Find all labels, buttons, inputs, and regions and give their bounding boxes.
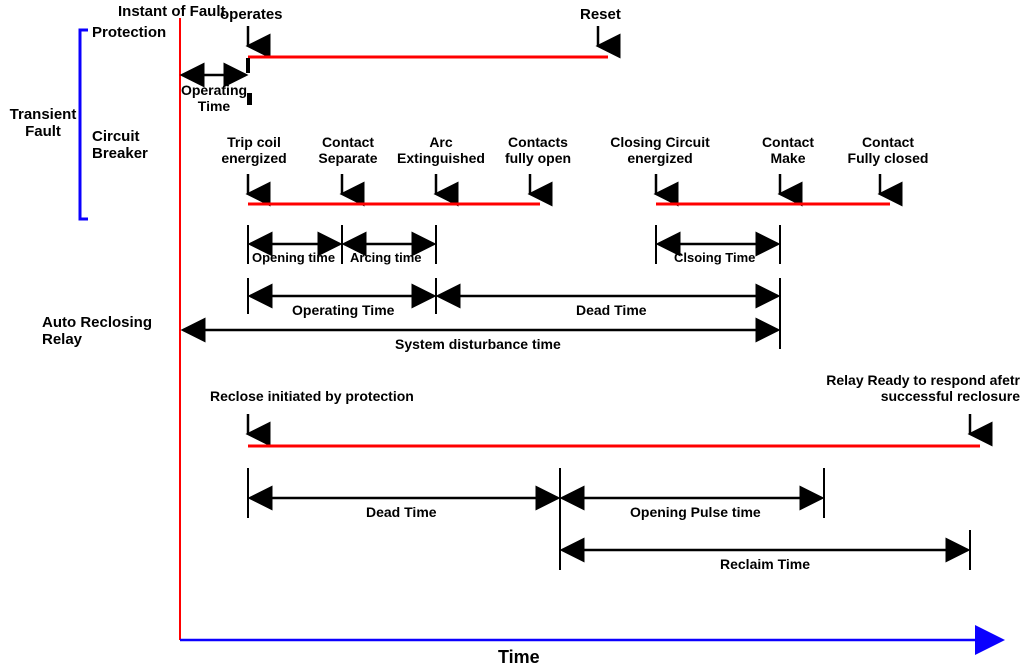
- instant-of-fault-label: Instant of Fault: [118, 3, 226, 20]
- span-reclaim-time: Reclaim Time: [720, 556, 810, 572]
- time-axis-label: Time: [498, 647, 540, 668]
- event-operates-label: operates: [220, 6, 283, 23]
- protection-label: Protection: [92, 24, 166, 41]
- left-bracket: [80, 30, 88, 219]
- timing-diagram: Instant of Fault Time Transient Fault Pr…: [0, 0, 1024, 671]
- span-system-disturbance: System disturbance time: [395, 336, 561, 352]
- evt-contact-separate: Contact Separate: [308, 134, 388, 166]
- transient-fault-label: Transient Fault: [6, 106, 80, 140]
- evt-fully-open: Contacts fully open: [498, 134, 578, 166]
- span-arcing-time: Arcing time: [350, 250, 422, 265]
- span-opening-pulse: Opening Pulse time: [630, 504, 761, 520]
- evt-trip-coil: Trip coil energized: [214, 134, 294, 166]
- span-opening-time: Opening time: [252, 250, 335, 265]
- span-closing-time: Clsoing Time: [674, 250, 755, 265]
- evt-reclose-initiated: Reclose initiated by protection: [210, 388, 414, 404]
- evt-closing-energized: Closing Circuit energized: [604, 134, 716, 166]
- auto-reclosing-relay-label: Auto Reclosing Relay: [42, 314, 172, 348]
- event-reset-label: Reset: [580, 6, 621, 23]
- evt-contact-make: Contact Make: [748, 134, 828, 166]
- span-dead-time-ar: Dead Time: [366, 504, 437, 520]
- circuit-breaker-label: Circuit Breaker: [92, 128, 162, 162]
- prot-operating-time-label: Operating Time: [178, 82, 250, 114]
- evt-arc-ext: Arc Extinguished: [394, 134, 488, 166]
- span-cb-dead-time: Dead Time: [576, 302, 647, 318]
- evt-relay-ready: Relay Ready to respond afetr successful …: [800, 372, 1020, 404]
- evt-fully-closed: Contact Fully closed: [838, 134, 938, 166]
- span-cb-operating-time: Operating Time: [292, 302, 394, 318]
